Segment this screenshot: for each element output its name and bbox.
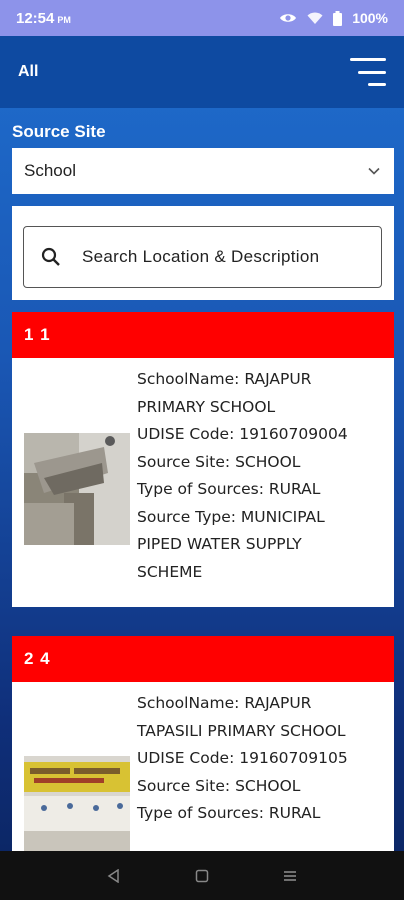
list-item[interactable]: 2 4 SchoolName: RAJAPUR TAPASILI PRIMARY… — [12, 636, 394, 851]
school-name-line: SchoolName: RAJAPUR — [137, 370, 312, 388]
udise-code-line: UDISE Code: 19160709004 — [137, 425, 348, 443]
battery-icon — [333, 10, 343, 26]
source-site-label: Source Site — [12, 122, 106, 141]
school-name-line: PRIMARY SCHOOL — [137, 397, 276, 416]
source-site-select[interactable]: School — [12, 148, 394, 194]
source-photo — [24, 433, 130, 545]
search-icon — [40, 246, 62, 268]
status-bar: 12:54 PM 100% — [0, 0, 404, 36]
school-name-line: TAPASILI PRIMARY SCHOOL — [137, 721, 346, 740]
search-placeholder: Search Location & Description — [82, 247, 320, 266]
card-details: SchoolName: RAJAPUR TAPASILI PRIMARY SCH… — [137, 690, 393, 828]
chevron-down-icon — [366, 163, 382, 179]
card-details: SchoolName: RAJAPUR PRIMARY SCHOOL UDISE… — [137, 366, 393, 586]
source-type-category-line: Type of Sources: RURAL — [137, 804, 321, 822]
source-type-line: Source Type: MUNICIPAL — [137, 507, 325, 526]
system-nav-bar — [0, 851, 404, 900]
source-type-line: SCHEME — [137, 562, 203, 581]
source-site-line: Source Site: SCHOOL — [137, 452, 301, 471]
back-icon[interactable] — [104, 866, 124, 886]
source-type-category-line: Type of Sources: RURAL — [137, 480, 321, 498]
eye-icon — [279, 12, 297, 24]
filter-menu-icon[interactable] — [350, 58, 386, 86]
battery-percent: 100% — [352, 10, 388, 26]
udise-code-line: UDISE Code: 19160709105 — [137, 749, 348, 767]
list-item[interactable]: 1 1 SchoolName: RAJAPUR PRIMARY SCHOOL U… — [12, 312, 394, 607]
card-header: 1 1 — [12, 312, 394, 358]
recents-icon[interactable] — [280, 866, 300, 886]
source-type-line: PIPED WATER SUPPLY — [137, 535, 302, 553]
school-name-line: SchoolName: RAJAPUR — [137, 694, 312, 712]
search-input[interactable]: Search Location & Description — [23, 226, 382, 288]
meridiem-text: PM — [57, 14, 71, 25]
time-text: 12:54 — [16, 9, 55, 27]
app-bar: All — [0, 36, 404, 108]
source-site-value: School — [24, 161, 76, 180]
wifi-icon — [307, 11, 323, 25]
search-card: Search Location & Description — [12, 206, 394, 300]
clock: 12:54 PM — [16, 10, 71, 27]
source-site-line: Source Site: SCHOOL — [137, 776, 301, 795]
card-header: 2 4 — [12, 636, 394, 682]
source-photo — [24, 756, 130, 851]
home-icon[interactable] — [192, 866, 212, 886]
page-title: All — [18, 63, 39, 80]
